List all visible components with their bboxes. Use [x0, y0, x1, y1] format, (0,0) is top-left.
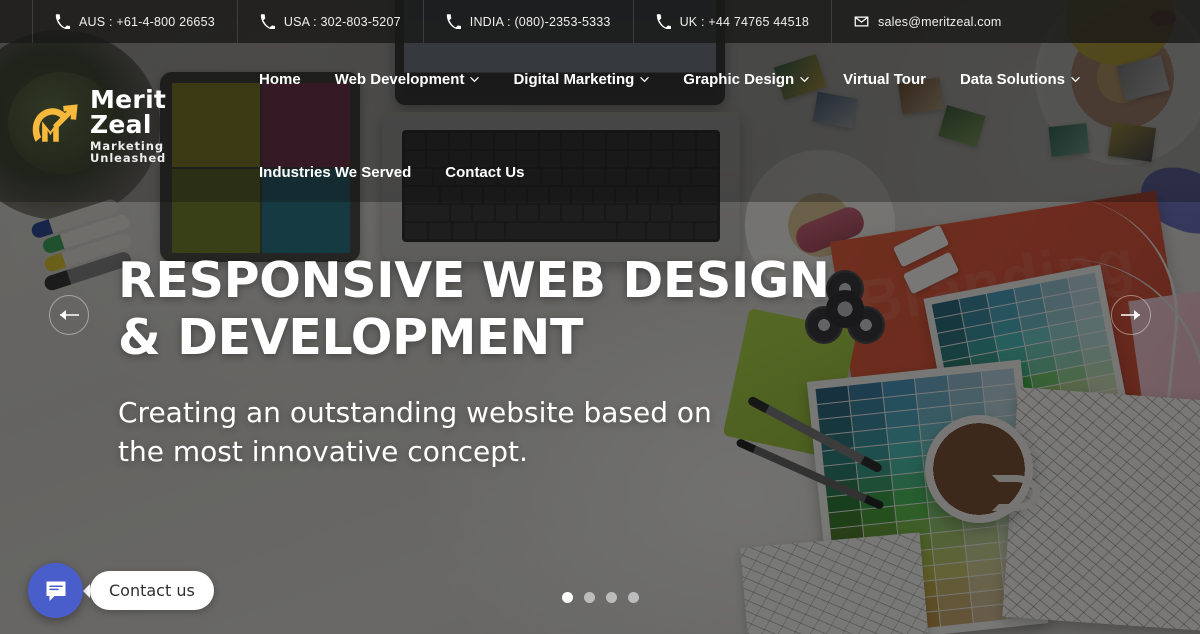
nav-label: Graphic Design [683, 71, 795, 88]
hero-content: RESPONSIVE WEB DESIGN & DEVELOPMENT Crea… [118, 252, 830, 472]
nav-item-virtual-tour[interactable]: Virtual Tour [826, 61, 943, 98]
chevron-down-icon [470, 77, 480, 83]
slider-dot-1[interactable] [561, 592, 573, 603]
phone-icon [260, 14, 275, 29]
nav-label: Contact Us [445, 164, 525, 181]
chat-toggle-button[interactable] [28, 563, 83, 618]
topbar-item-usa[interactable]: USA : 302-803-5207 [238, 0, 424, 43]
nav-label: Home [259, 71, 301, 88]
slider-dot-3[interactable] [605, 592, 617, 603]
chevron-down-icon [800, 77, 809, 83]
phone-icon [55, 14, 70, 29]
nav-item-web-development[interactable]: Web Development [318, 61, 497, 98]
nav-label: Digital Marketing [513, 71, 635, 88]
logo-title: Merit Zeal [90, 85, 167, 139]
topbar-item-india[interactable]: INDIA : (080)-2353-5333 [424, 0, 634, 43]
nav-label: Virtual Tour [843, 71, 926, 88]
slider-dot-2[interactable] [583, 592, 595, 603]
topbar-label: USA : 302-803-5207 [283, 14, 401, 29]
nav-label: Web Development [334, 71, 465, 88]
phone-icon [656, 14, 671, 29]
main-header: Merit Zeal Marketing Unleashed Home Web … [0, 43, 1200, 191]
chevron-down-icon [1071, 77, 1080, 83]
nav-item-industries-we-served[interactable]: Industries We Served [242, 154, 428, 191]
hero-subtitle-line-1: Creating an outstanding website based on [118, 395, 712, 429]
topbar-item-aus[interactable]: AUS : +61-4-800 26653 [32, 0, 238, 43]
topbar-label: AUS : +61-4-800 26653 [79, 14, 215, 29]
logo-tagline: Marketing Unleashed [90, 139, 167, 165]
hero-title-line-1: RESPONSIVE WEB DESIGN [118, 252, 830, 309]
topbar-item-uk[interactable]: UK : +44 74765 44518 [634, 0, 833, 43]
slider-prev-button[interactable] [49, 295, 89, 335]
nav-label: Industries We Served [259, 164, 412, 181]
topbar-label: INDIA : (080)-2353-5333 [469, 14, 611, 29]
nav-item-home[interactable]: Home [242, 61, 318, 98]
phone-icon [446, 14, 461, 29]
chat-bubble-icon [46, 581, 65, 601]
chevron-down-icon [640, 77, 650, 83]
merit-zeal-logo-icon [32, 103, 78, 142]
envelope-icon [854, 16, 869, 27]
nav-item-graphic-design[interactable]: Graphic Design [666, 61, 826, 98]
slider-dot-4[interactable] [627, 592, 639, 603]
hero-subtitle-line-2: the most innovative concept. [118, 435, 528, 469]
arrow-left-icon [60, 310, 79, 320]
topbar-item-email[interactable]: sales@meritzeal.com [832, 0, 1023, 43]
nav-item-data-solutions[interactable]: Data Solutions [943, 61, 1097, 98]
top-contact-bar: AUS : +61-4-800 26653 USA : 302-803-5207… [0, 0, 1200, 43]
slider-next-button[interactable] [1111, 295, 1151, 335]
site-logo[interactable]: Merit Zeal Marketing Unleashed [30, 61, 230, 164]
chat-widget: Contact us [28, 563, 214, 618]
arrow-right-icon [1121, 310, 1140, 320]
nav-item-digital-marketing[interactable]: Digital Marketing [496, 61, 666, 98]
chat-label[interactable]: Contact us [83, 571, 214, 610]
topbar-label: sales@meritzeal.com [878, 14, 1002, 29]
nav-item-contact-us[interactable]: Contact Us [428, 154, 541, 191]
topbar-label: UK : +44 74765 44518 [679, 14, 810, 29]
nav-label: Data Solutions [959, 71, 1065, 88]
primary-navigation: Home Web Development Digital Marketing G… [230, 61, 1170, 191]
hero-subtitle: Creating an outstanding website based on… [118, 393, 830, 473]
hero-title: RESPONSIVE WEB DESIGN & DEVELOPMENT [118, 252, 830, 367]
hero-title-line-2: & DEVELOPMENT [118, 309, 584, 367]
